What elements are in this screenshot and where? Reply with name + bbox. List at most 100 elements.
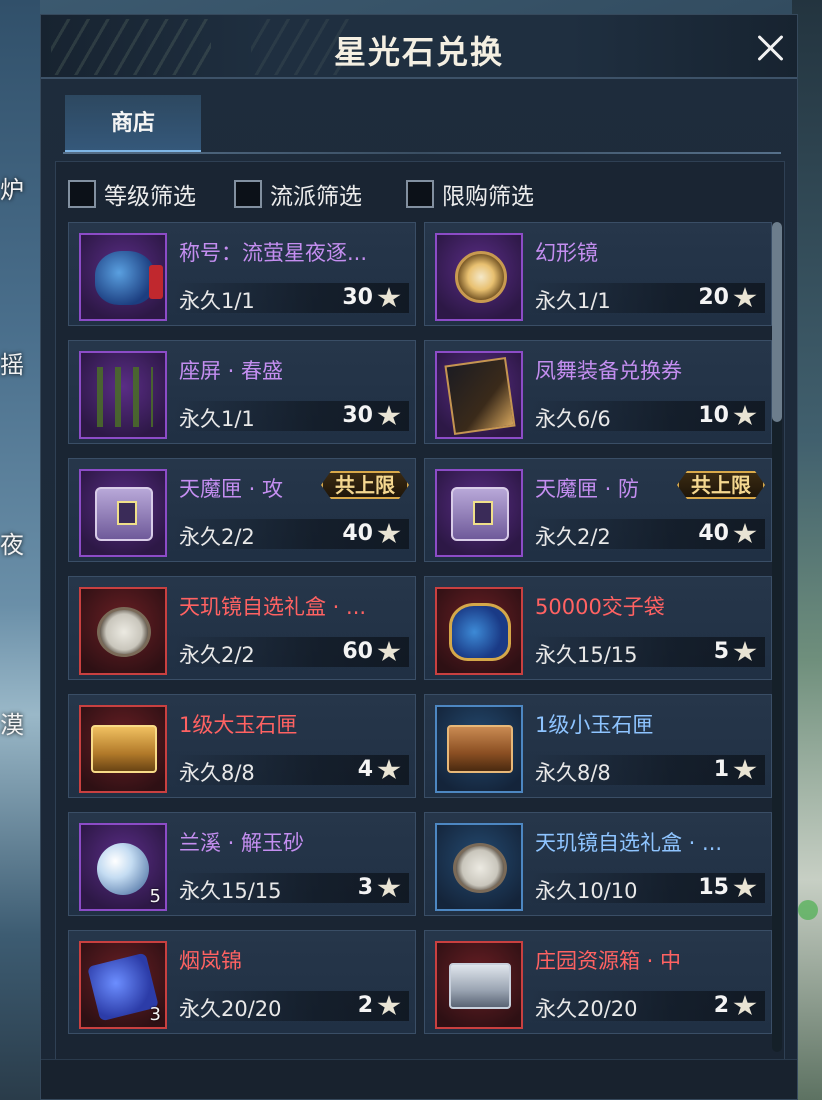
item-info-bar: 永久10/10 15 [529,873,765,903]
purchase-limit: 永久6/6 [535,407,611,431]
item-info-bar: 永久2/2 60 [173,637,409,667]
purchase-limit: 永久20/20 [179,997,282,1021]
purchase-limit: 永久2/2 [179,643,255,667]
item-info-bar: 永久8/8 1 [529,755,765,785]
filter-school-checkbox[interactable] [234,180,262,208]
item-icon-frame[interactable]: 3 [79,941,167,1029]
background-label: 夜 [0,531,24,559]
shop-item-card[interactable]: 50000交子袋 永久15/15 5 [424,576,772,680]
item-price: 4 [357,757,373,782]
item-pouch-icon [95,251,163,305]
filter-level-checkbox[interactable] [68,180,96,208]
shop-item-card[interactable]: 1级小玉石匣 永久8/8 1 [424,694,772,798]
item-icon-frame[interactable] [79,469,167,557]
item-icon-frame[interactable] [435,823,523,911]
item-icon-frame[interactable]: 5 [79,823,167,911]
item-info-bar: 永久1/1 30 [173,401,409,431]
purchase-limit: 永久2/2 [535,525,611,549]
star-shard-icon [377,405,401,426]
item-icon-frame[interactable] [435,941,523,1029]
item-price: 1 [713,757,729,782]
shop-item-card[interactable]: 5 兰溪 · 解玉砂永久15/15 3 [68,812,416,916]
purchase-limit: 永久8/8 [179,761,255,785]
star-shard-icon [377,995,401,1016]
item-price: 30 [342,285,373,310]
purchase-limit: 永久1/1 [535,289,611,313]
item-dish-icon [453,843,507,893]
star-shard-icon [733,405,757,426]
purchase-limit: 永久1/1 [179,407,255,431]
item-icon-frame[interactable] [435,587,523,675]
purchase-limit: 永久8/8 [535,761,611,785]
filter-school[interactable]: 流派筛选 [234,176,362,212]
item-info-bar: 永久1/1 20 [529,283,765,313]
purchase-limit: 永久2/2 [179,525,255,549]
background-label: 漠 [0,711,24,739]
filter-purchase-limit[interactable]: 限购筛选 [406,176,534,212]
shop-item-card[interactable]: 天魔匣 · 攻 共上限 永久2/2 40 [68,458,416,562]
item-price: 40 [342,521,373,546]
item-info-bar: 永久15/15 3 [173,873,409,903]
item-gold-icon [91,725,157,773]
item-name: 天魔匣 · 攻 [179,477,284,501]
item-gold-icon [447,725,513,773]
item-icon-frame[interactable] [435,469,523,557]
shop-item-card[interactable]: 天魔匣 · 防 共上限 永久2/2 40 [424,458,772,562]
item-icon-frame[interactable] [435,705,523,793]
star-shard-icon [377,759,401,780]
item-name: 称号：流萤星夜逐... [179,241,368,265]
window-title: 星光石兑换 [333,33,504,71]
item-price: 15 [698,875,729,900]
item-name: 烟岚锦 [179,949,242,973]
filter-level-label: 等级筛选 [104,184,196,210]
item-info-bar: 永久2/2 40 [173,519,409,549]
shop-item-card[interactable]: 座屏 · 春盛 永久1/1 30 [68,340,416,444]
star-shard-icon [377,523,401,544]
purchase-limit: 永久15/15 [535,643,638,667]
item-icon-frame[interactable] [79,233,167,321]
item-name: 50000交子袋 [535,595,665,619]
shop-item-card[interactable]: 庄园资源箱 · 中永久20/20 2 [424,930,772,1034]
shop-item-card[interactable]: 凤舞装备兑换券 永久6/6 10 [424,340,772,444]
item-icon-frame[interactable] [435,233,523,321]
item-icon-frame[interactable] [79,587,167,675]
item-name: 天玑镜自选礼盒 · ... [179,595,367,619]
item-icon-frame[interactable] [435,351,523,439]
item-ticket-icon [444,357,516,435]
shop-item-card[interactable]: 1级大玉石匣 永久8/8 4 [68,694,416,798]
item-info-bar: 永久2/2 40 [529,519,765,549]
scroll-thumb[interactable] [772,222,782,422]
item-mirror-icon [455,251,507,303]
exchange-panel: 星光石兑换 商店 等级筛选 流派筛选 限购筛选 称号：流萤星夜逐... 永久1/1… [40,14,798,1100]
item-price: 2 [357,993,373,1018]
tab-shop[interactable]: 商店 [65,95,201,153]
star-shard-icon [377,877,401,898]
star-shard-icon [733,641,757,662]
purchase-limit: 永久10/10 [535,879,638,903]
item-quantity: 5 [149,886,161,907]
item-chest-icon [451,487,509,541]
item-orb-icon [97,843,149,895]
item-icon-frame[interactable] [79,351,167,439]
scrollbar[interactable] [772,222,782,1052]
star-shard-icon [377,287,401,308]
item-dish-icon [97,607,151,657]
shop-item-card[interactable]: 天玑镜自选礼盒 · ... 永久10/10 15 [424,812,772,916]
star-shard-icon [733,995,757,1016]
close-icon[interactable] [753,31,787,65]
filter-level[interactable]: 等级筛选 [68,176,196,212]
shop-content: 等级筛选 流派筛选 限购筛选 称号：流萤星夜逐... 永久1/1 30 幻形镜 永久1/… [55,161,785,1061]
filter-purchase-limit-checkbox[interactable] [406,180,434,208]
shop-item-card[interactable]: 幻形镜 永久1/1 20 [424,222,772,326]
shop-item-card[interactable]: 称号：流萤星夜逐... 永久1/1 30 [68,222,416,326]
item-price: 5 [713,639,729,664]
item-chest-icon [95,487,153,541]
shop-item-card[interactable]: 天玑镜自选礼盒 · ... 永久2/2 60 [68,576,416,680]
item-name: 1级小玉石匣 [535,713,654,737]
item-price: 60 [342,639,373,664]
item-price: 40 [698,521,729,546]
item-icon-frame[interactable] [79,705,167,793]
item-name: 兰溪 · 解玉砂 [179,831,305,855]
background-label: 摇 [0,351,24,379]
shop-item-card[interactable]: 3 烟岚锦永久20/20 2 [68,930,416,1034]
